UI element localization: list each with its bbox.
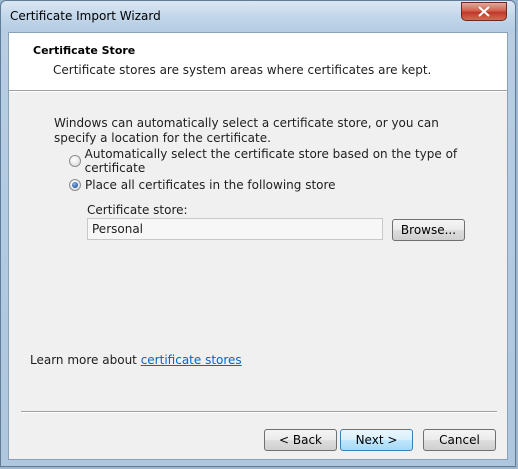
place-in-store-option[interactable]: Place all certificates in the following …	[69, 177, 336, 193]
close-icon	[478, 6, 490, 17]
wizard-window: Certificate Import Wizard Certificate St…	[0, 0, 516, 467]
close-button[interactable]	[461, 2, 507, 21]
window-title: Certificate Import Wizard	[10, 9, 161, 23]
certificate-store-label: Certificate store:	[87, 203, 188, 217]
footer-divider	[21, 411, 497, 413]
next-button[interactable]: Next >	[340, 429, 413, 451]
auto-select-radio[interactable]	[69, 155, 81, 167]
learn-more-text: Learn more about	[30, 353, 137, 367]
title-bar[interactable]: Certificate Import Wizard	[1, 1, 515, 32]
page-title: Certificate Store	[33, 44, 136, 57]
certificate-stores-link[interactable]: certificate stores	[141, 353, 242, 367]
browse-button[interactable]: Browse...	[392, 219, 465, 241]
place-in-store-label[interactable]: Place all certificates in the following …	[85, 178, 336, 192]
header-divider	[9, 90, 507, 92]
auto-select-option[interactable]: Automatically select the certificate sto…	[69, 147, 507, 175]
back-button[interactable]: < Back	[264, 429, 337, 451]
auto-select-label[interactable]: Automatically select the certificate sto…	[85, 147, 507, 175]
certificate-store-field: Personal	[87, 218, 383, 240]
header-panel: Certificate Store Certificate stores are…	[9, 33, 507, 90]
place-in-store-radio[interactable]	[69, 179, 81, 191]
page-description: Certificate stores are system areas wher…	[53, 63, 432, 77]
cancel-button[interactable]: Cancel	[423, 429, 496, 451]
wizard-client-area: Certificate Store Certificate stores are…	[8, 32, 508, 460]
intro-text: Windows can automatically select a certi…	[54, 116, 439, 145]
learn-more: Learn more about certificate stores	[30, 353, 242, 367]
